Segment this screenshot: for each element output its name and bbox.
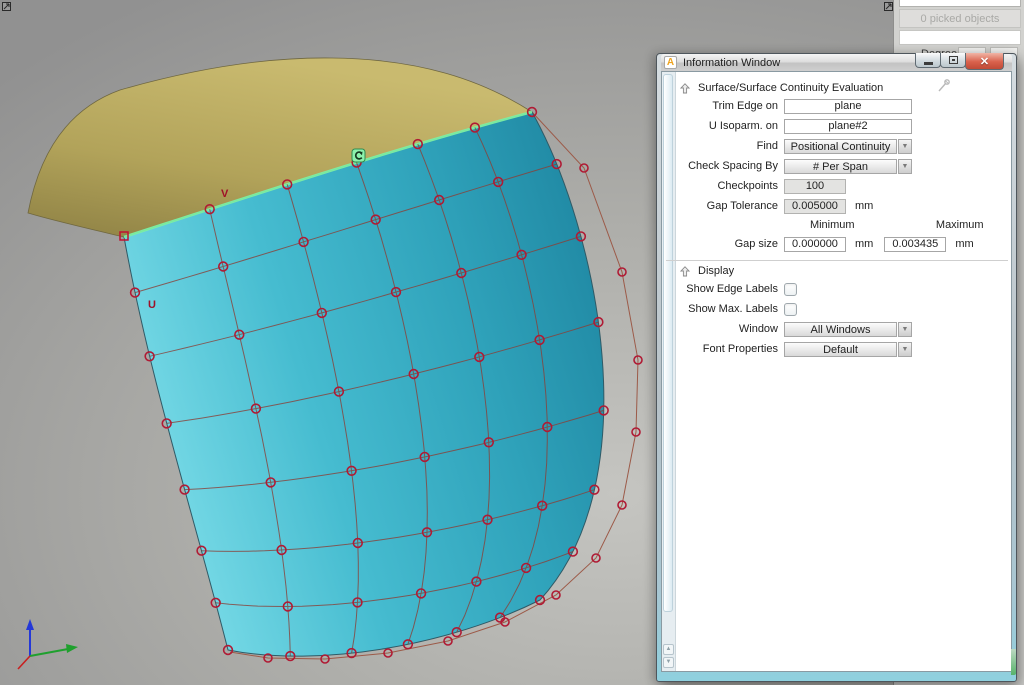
information-window-titlebar[interactable]: A Information Window ✕ <box>661 54 1012 71</box>
trim-edge-row: Trim Edge on <box>678 96 1008 116</box>
close-button[interactable]: ✕ <box>965 53 1004 70</box>
continuity-section-title: Surface/Surface Continuity Evaluation <box>698 82 883 94</box>
checkpoints-row: Checkpoints <box>678 176 1008 196</box>
gap-tolerance-row: Gap Tolerance mm <box>678 196 1008 216</box>
minimize-button[interactable] <box>915 53 941 68</box>
v-direction-label: V <box>221 188 229 200</box>
minimum-header: Minimum <box>784 219 881 231</box>
trim-edge-label: Trim Edge on <box>678 100 778 112</box>
find-row: Find Positional Continuity ▼ <box>678 136 1008 156</box>
vertical-scrollbar[interactable]: ▲ ▼ <box>662 72 676 671</box>
check-spacing-dropdown[interactable]: # Per Span <box>784 159 897 174</box>
viewport-resize-icon[interactable] <box>1 1 12 12</box>
window-resize-grip[interactable] <box>1011 649 1016 675</box>
font-properties-dropdown[interactable]: Default <box>784 342 897 357</box>
show-max-labels-checkbox[interactable] <box>784 303 797 316</box>
show-max-labels-row: Show Max. Labels <box>678 299 1008 319</box>
edge-locator[interactable] <box>352 149 365 162</box>
section-divider <box>666 260 1008 261</box>
window-label: Window <box>678 323 778 335</box>
alias-app-icon: A <box>664 56 677 69</box>
scrollbar-thumb[interactable] <box>663 74 673 612</box>
u-isoparm-row: U Isoparm. on <box>678 116 1008 136</box>
trim-edge-input[interactable] <box>784 99 912 114</box>
gap-size-min-unit: mm <box>855 238 873 250</box>
window-row: Window All Windows ▼ <box>678 319 1008 339</box>
scroll-up-button[interactable]: ▲ <box>663 644 674 655</box>
display-section-header[interactable]: Display <box>678 263 1008 279</box>
continuity-section-header[interactable]: Surface/Surface Continuity Evaluation <box>678 80 1008 96</box>
display-section-title: Display <box>698 265 734 277</box>
show-max-labels-label: Show Max. Labels <box>678 303 778 315</box>
gap-size-label: Gap size <box>678 238 778 250</box>
gap-size-row: Gap size mm mm <box>678 234 1008 254</box>
font-properties-dropdown-arrow-icon[interactable]: ▼ <box>898 342 912 357</box>
gap-size-min-field[interactable] <box>784 237 846 252</box>
find-label: Find <box>678 140 778 152</box>
information-window-body: ▲ ▼ Surface/Surface Continuity Evaluatio… <box>661 71 1012 672</box>
u-direction-label: U <box>148 299 156 311</box>
restore-icon <box>949 56 958 64</box>
gap-tolerance-unit: mm <box>855 200 873 212</box>
find-dropdown[interactable]: Positional Continuity <box>784 139 897 154</box>
collapse-arrow-icon <box>680 83 690 94</box>
u-isoparm-label: U Isoparm. on <box>678 120 778 132</box>
show-edge-labels-label: Show Edge Labels <box>678 283 778 295</box>
checkpoints-label: Checkpoints <box>678 180 778 192</box>
gap-tolerance-field[interactable] <box>784 199 846 214</box>
gap-tolerance-label: Gap Tolerance <box>678 200 778 212</box>
font-properties-label: Font Properties <box>678 343 778 355</box>
window-dropdown[interactable]: All Windows <box>784 322 897 337</box>
panel-value-field[interactable] <box>899 30 1021 45</box>
pin-icon[interactable] <box>936 78 952 94</box>
window-title: Information Window <box>683 57 780 69</box>
show-edge-labels-checkbox[interactable] <box>784 283 797 296</box>
restore-button[interactable] <box>940 53 966 68</box>
check-spacing-label: Check Spacing By <box>678 160 778 172</box>
minmax-header-row: Minimum Maximum <box>678 216 1008 234</box>
collapse-arrow-icon <box>680 266 690 277</box>
checkpoints-field[interactable] <box>784 179 846 194</box>
scroll-down-button[interactable]: ▼ <box>663 657 674 668</box>
show-edge-labels-row: Show Edge Labels <box>678 279 1008 299</box>
font-properties-row: Font Properties Default ▼ <box>678 339 1008 359</box>
application-window: U V 0 picked objects Degree <box>0 0 1024 685</box>
picked-objects-status: 0 picked objects <box>899 9 1021 28</box>
information-window: A Information Window ✕ ▲ ▼ <box>656 53 1017 682</box>
check-spacing-row: Check Spacing By # Per Span ▼ <box>678 156 1008 176</box>
check-spacing-dropdown-arrow-icon[interactable]: ▼ <box>898 159 912 174</box>
panel-text-field[interactable] <box>899 0 1021 7</box>
find-dropdown-arrow-icon[interactable]: ▼ <box>898 139 912 154</box>
gap-size-max-unit: mm <box>955 238 973 250</box>
maximum-header: Maximum <box>912 219 1009 231</box>
u-isoparm-input[interactable] <box>784 119 912 134</box>
gap-size-max-field[interactable] <box>884 237 946 252</box>
minimize-icon <box>924 62 933 65</box>
window-dropdown-arrow-icon[interactable]: ▼ <box>898 322 912 337</box>
